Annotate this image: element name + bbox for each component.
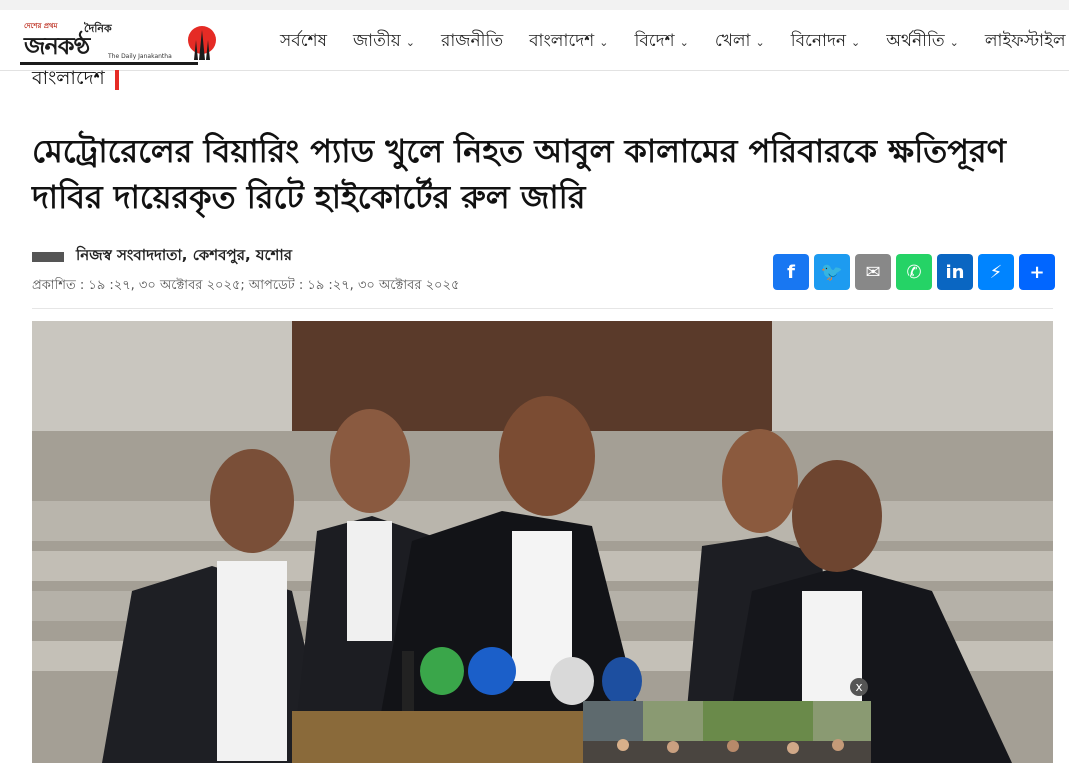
nav-item-label: সর্বশেষ [280,31,327,51]
facebook-icon[interactable]: f [773,254,809,290]
byline: নিজস্ব সংবাদদাতা, কেশবপুর, যশোর [32,244,292,269]
linkedin-icon[interactable]: in [937,254,973,290]
nav-item[interactable]: বাংলাদেশ ⌄ [529,28,608,56]
nav-item-label: বিনোদন [790,31,847,51]
chevron-down-icon: ⌄ [599,35,609,49]
nav-item-label: খেলা [714,31,751,51]
nav-item-label: বিদেশ [634,31,675,51]
site-logo[interactable]: দেশের প্রথম দৈনিক জনকণ্ঠ The Daily Janak… [20,20,220,66]
nav-item-label: জাতীয় [352,31,401,51]
nav-item[interactable]: অর্থনীতি ⌄ [886,28,959,56]
nav-item[interactable]: সর্বশেষ [280,28,327,56]
whatsapp-icon[interactable]: ✆ [896,254,932,290]
chevron-down-icon: ⌄ [851,35,861,49]
share-more-icon[interactable]: + [1019,254,1055,290]
section-name: বাংলাদেশ [32,67,105,89]
article-photo [32,321,1053,763]
logo-monument-icon [194,30,210,60]
nav-item-label: রাজনীতি [440,31,504,51]
divider [32,308,1053,309]
lawyers-press-briefing-image [32,321,1053,763]
email-icon[interactable]: ✉ [855,254,891,290]
chevron-down-icon: ⌄ [755,35,765,49]
close-video-icon[interactable]: x [850,678,868,696]
logo-english: The Daily Janakantha [108,53,172,60]
site-header: দেশের প্রথম দৈনিক জনকণ্ঠ The Daily Janak… [0,10,1069,71]
nav-item-label: বাংলাদেশ [529,31,595,51]
main-navigation: সর্বশেষ জাতীয় ⌄ রাজনীতি বাংলাদেশ ⌄ বিদেশ ⌄ খেলা… [280,28,1069,56]
section-label[interactable]: বাংলাদেশ [32,64,119,96]
nav-item[interactable]: লাইফস্টাইল [985,28,1066,56]
byline-marker [32,251,64,262]
chevron-down-icon: ⌄ [949,35,959,49]
nav-item-label: লাইফস্টাইল [984,31,1066,51]
video-overlay-player[interactable] [583,701,871,763]
browser-top-strip [0,0,1069,10]
author-name: নিজস্ব সংবাদদাতা, কেশবপুর, যশোর [76,246,293,264]
nav-item[interactable]: বিনোদন ⌄ [791,28,861,56]
section-accent-bar [114,70,119,90]
nav-item[interactable]: বিদেশ ⌄ [634,28,688,56]
nav-item-label: অর্থনীতি [886,31,945,51]
article-headline: মেট্রোরেলের বিয়ারিং প্যাড খুলে নিহত আবু… [32,132,1006,216]
chevron-down-icon: ⌄ [405,35,415,49]
video-thumbnail-image [583,701,871,763]
nav-item[interactable]: খেলা ⌄ [715,28,765,56]
publish-dates: প্রকাশিত : ১৯ :২৭, ৩০ অক্টোবর ২০২৫; আপডে… [32,278,460,293]
messenger-icon[interactable]: ⚡ [978,254,1014,290]
twitter-icon[interactable]: 🐦 [814,254,850,290]
share-buttons: f 🐦 ✉ ✆ in ⚡ + [773,254,1060,290]
nav-item[interactable]: রাজনীতি [441,28,503,56]
nav-item[interactable]: জাতীয় ⌄ [353,28,415,56]
chevron-down-icon: ⌄ [679,35,689,49]
